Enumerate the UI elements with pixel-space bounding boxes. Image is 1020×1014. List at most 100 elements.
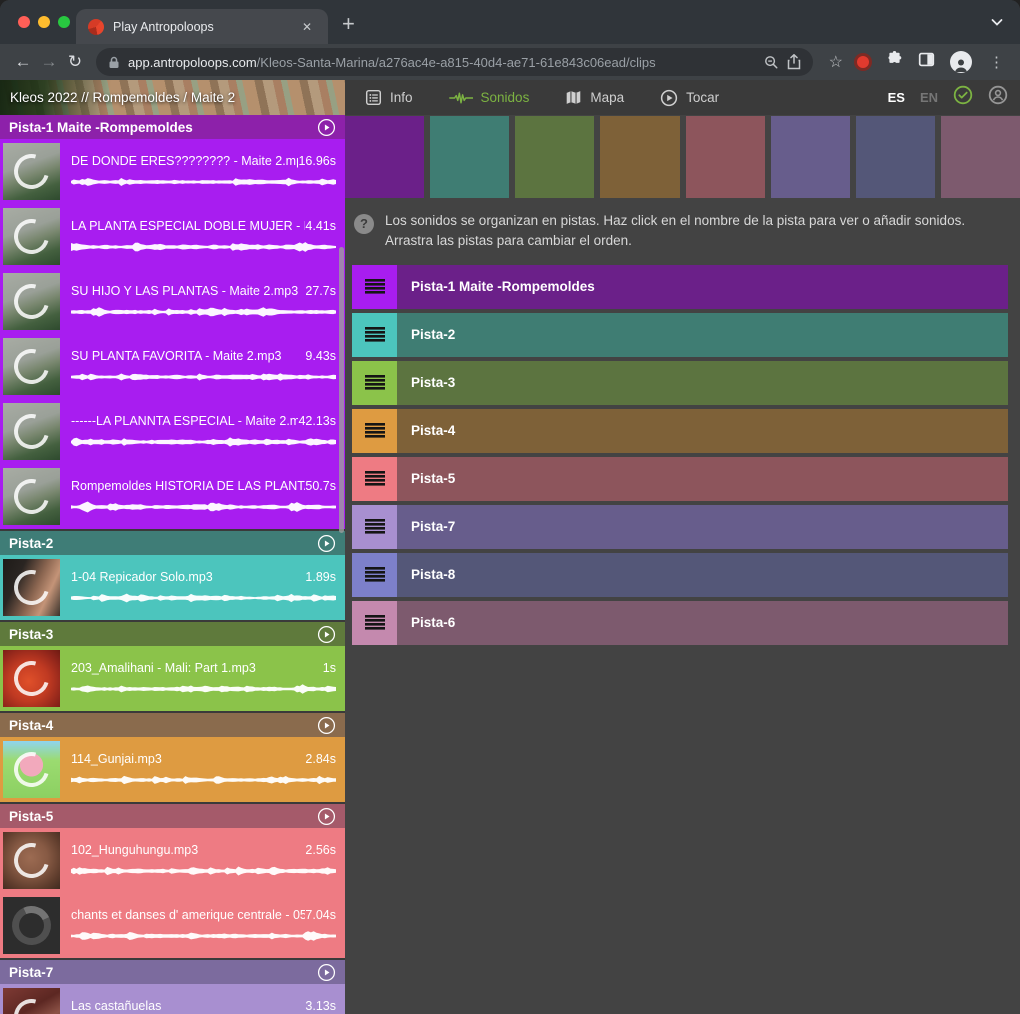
content: Pista-1 Maite -Rompemoldes DE DONDE ERES?…	[0, 115, 1020, 1014]
track-row[interactable]: Pista-5	[352, 457, 1008, 501]
track-header[interactable]: Pista-7	[0, 960, 345, 984]
track-header[interactable]: Pista-2	[0, 531, 345, 555]
clip-thumbnail	[3, 273, 60, 330]
clip-item[interactable]: SU PLANTA FAVORITA - Maite 2.mp39.43s	[0, 334, 345, 399]
drag-handle[interactable]	[352, 361, 397, 405]
clip-item[interactable]: 1-04 Repicador Solo.mp31.89s	[0, 555, 345, 620]
track-color-swatch[interactable]	[600, 116, 679, 198]
browser-menu-icon[interactable]: ⋮	[989, 53, 1004, 71]
clip-item[interactable]: 203_Amalihani - Mali: Part 1.mp31s	[0, 646, 345, 711]
track-play-button[interactable]	[317, 625, 336, 644]
track-play-button[interactable]	[317, 963, 336, 982]
address-bar[interactable]: app.antropoloops.com/Kleos-Santa-Marina/…	[96, 48, 813, 76]
loading-spinner-icon	[8, 746, 56, 794]
tab-search-chevron-icon[interactable]	[990, 15, 1004, 34]
tab-info[interactable]: Info	[365, 89, 413, 106]
clip-item[interactable]: Las castañuelas3.13s	[0, 984, 345, 1014]
clip-item[interactable]: 114_Gunjai.mp32.84s	[0, 737, 345, 802]
drag-handle[interactable]	[352, 265, 397, 309]
loading-spinner-icon	[8, 148, 56, 196]
track-play-button[interactable]	[317, 534, 336, 553]
app-nav: Info Sonidos Mapa Tocar ES EN	[345, 80, 1020, 115]
clip-item[interactable]: SU HIJO Y LAS PLANTAS - Maite 2.mp327.7s	[0, 269, 345, 334]
track-play-button[interactable]	[317, 118, 336, 137]
map-preview-banner[interactable]: Kleos 2022 // Rompemoldes / Maite 2	[0, 80, 345, 115]
tab-mapa[interactable]: Mapa	[565, 89, 624, 106]
tab-tocar[interactable]: Tocar	[660, 89, 719, 107]
track-color-swatch[interactable]	[686, 116, 765, 198]
clip-body: 102_Hunguhungu.mp32.56s	[71, 843, 336, 879]
forward-button[interactable]: →	[36, 52, 62, 72]
clip-waveform	[71, 928, 336, 944]
track-row[interactable]: Pista-3	[352, 361, 1008, 405]
clip-body: 114_Gunjai.mp32.84s	[71, 752, 336, 788]
track-color-swatch[interactable]	[771, 116, 850, 198]
drag-handle[interactable]	[352, 409, 397, 453]
share-icon[interactable]	[787, 54, 801, 70]
side-panel-icon[interactable]	[918, 51, 935, 73]
tab-sonidos[interactable]: Sonidos	[449, 90, 530, 106]
clip-item[interactable]: chants et danses d' amerique centrale - …	[0, 893, 345, 958]
track-color-swatch[interactable]	[345, 116, 424, 198]
clip-body: DE DONDE ERES???????? - Maite 2.mp316.96…	[71, 154, 336, 190]
sidebar-scrollbar[interactable]	[339, 247, 344, 533]
loading-spinner-icon	[8, 837, 56, 885]
track-play-button[interactable]	[317, 716, 336, 735]
drag-handle[interactable]	[352, 553, 397, 597]
favicon-icon	[88, 19, 104, 35]
url-text: app.antropoloops.com/Kleos-Santa-Marina/…	[128, 55, 756, 70]
zoom-page-icon[interactable]	[764, 55, 779, 70]
lang-en-button[interactable]: EN	[920, 90, 938, 105]
track-color-swatch[interactable]	[856, 116, 935, 198]
drag-handle[interactable]	[352, 505, 397, 549]
track-row[interactable]: Pista-8	[352, 553, 1008, 597]
clip-item[interactable]: Rompemoldes HISTORIA DE LAS PLANTAS...50…	[0, 464, 345, 529]
track-header[interactable]: Pista-5	[0, 804, 345, 828]
saved-check-icon[interactable]	[953, 85, 973, 110]
clip-item[interactable]: DE DONDE ERES???????? - Maite 2.mp316.96…	[0, 139, 345, 204]
app-header: Kleos 2022 // Rompemoldes / Maite 2 Info…	[0, 80, 1020, 115]
track-header[interactable]: Pista-3	[0, 622, 345, 646]
tab-close-icon[interactable]: ✕	[298, 18, 316, 36]
lang-es-button[interactable]: ES	[888, 90, 905, 105]
new-tab-button[interactable]: +	[342, 11, 355, 37]
drag-handle[interactable]	[352, 601, 397, 645]
tab-strip: Play Antropoloops ✕ +	[0, 0, 1020, 44]
track-play-button[interactable]	[317, 807, 336, 826]
clip-item[interactable]: LA PLANTA ESPECIAL DOBLE MUJER - Mai...4…	[0, 204, 345, 269]
account-icon[interactable]	[988, 85, 1008, 110]
track-header[interactable]: Pista-1 Maite -Rompemoldes	[0, 115, 345, 139]
back-button[interactable]: ←	[10, 52, 36, 72]
bookmark-star-icon[interactable]: ☆	[829, 52, 843, 72]
track-color-swatch[interactable]	[941, 116, 1020, 198]
track-section: Pista-7Las castañuelas3.13s	[0, 960, 345, 1014]
clip-text-row: Rompemoldes HISTORIA DE LAS PLANTAS...50…	[71, 479, 336, 493]
profile-avatar[interactable]	[950, 51, 972, 73]
drag-handle-icon	[365, 567, 385, 582]
track-row[interactable]: Pista-2	[352, 313, 1008, 357]
minimize-window-button[interactable]	[38, 16, 50, 28]
track-row[interactable]: Pista-4	[352, 409, 1008, 453]
clip-item[interactable]: ------LA PLANNTA ESPECIAL - Maite 2.mp34…	[0, 399, 345, 464]
loading-spinner-icon	[8, 993, 56, 1014]
extensions-puzzle-icon[interactable]	[886, 51, 903, 73]
close-window-button[interactable]	[18, 16, 30, 28]
track-row[interactable]: Pista-7	[352, 505, 1008, 549]
track-color-swatch[interactable]	[515, 116, 594, 198]
clip-item[interactable]: 102_Hunguhungu.mp32.56s	[0, 828, 345, 893]
drag-handle[interactable]	[352, 313, 397, 357]
track-row[interactable]: Pista-1 Maite -Rompemoldes	[352, 265, 1008, 309]
track-header[interactable]: Pista-4	[0, 713, 345, 737]
clip-text-row: SU PLANTA FAVORITA - Maite 2.mp39.43s	[71, 349, 336, 363]
recording-indicator-icon[interactable]	[857, 56, 869, 68]
clip-body: SU PLANTA FAVORITA - Maite 2.mp39.43s	[71, 349, 336, 385]
track-row-label: Pista-3	[397, 361, 455, 405]
track-row[interactable]: Pista-6	[352, 601, 1008, 645]
clip-duration: 16.96s	[298, 154, 336, 168]
drag-handle[interactable]	[352, 457, 397, 501]
track-color-swatch[interactable]	[430, 116, 509, 198]
browser-tab[interactable]: Play Antropoloops ✕	[76, 9, 328, 44]
breadcrumb[interactable]: Kleos 2022 // Rompemoldes / Maite 2	[10, 90, 235, 105]
reload-button[interactable]: ↻	[62, 52, 88, 72]
zoom-window-button[interactable]	[58, 16, 70, 28]
